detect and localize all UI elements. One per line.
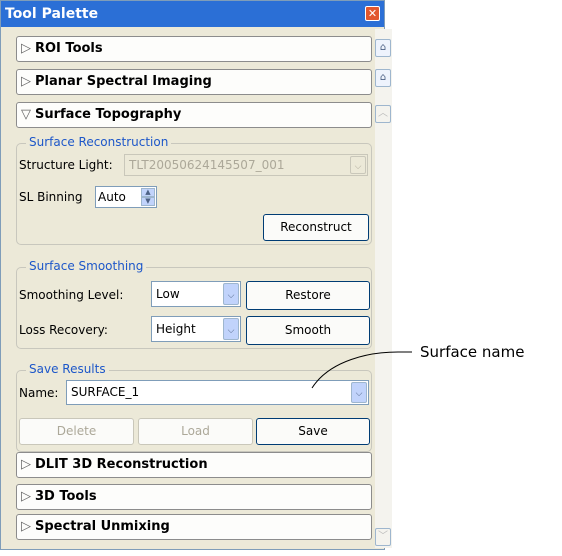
callout-line <box>311 351 412 389</box>
surface-name-callout: Surface name <box>420 343 525 361</box>
